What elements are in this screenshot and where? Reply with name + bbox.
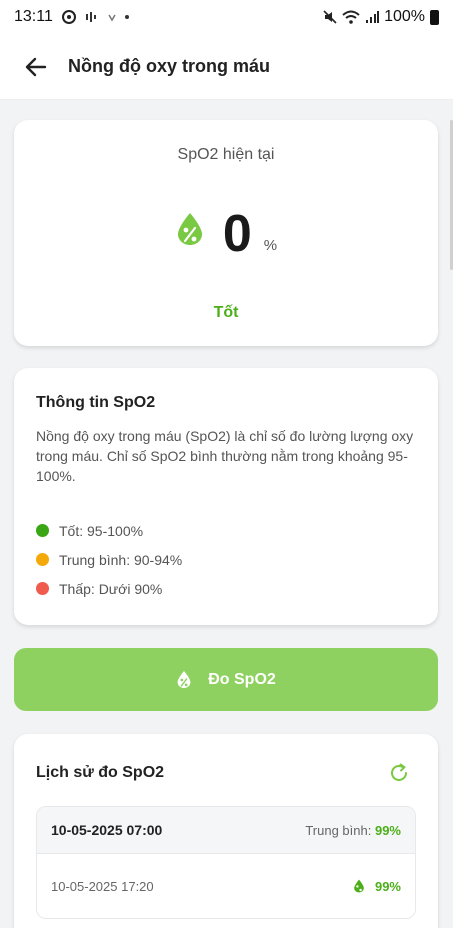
legend-item-low: Thấp: Dưới 90% bbox=[36, 574, 416, 603]
back-button[interactable] bbox=[22, 53, 50, 81]
info-title: Thông tin SpO2 bbox=[36, 394, 156, 411]
more-notifications-dot bbox=[124, 15, 129, 19]
info-description: Nồng độ oxy trong máu (SpO2) là chỉ số đ… bbox=[36, 428, 414, 484]
status-right: 100% bbox=[323, 8, 439, 26]
current-spo2-unit: % bbox=[263, 237, 278, 254]
spo2-info-card: Thông tin SpO2 Nồng độ oxy trong máu (Sp… bbox=[14, 368, 438, 625]
current-value-row: 0 % bbox=[14, 208, 438, 260]
legend-dot-medium bbox=[36, 553, 49, 566]
history-group[interactable]: 10-05-2025 07:00 Trung bình: 99% 10-05-2… bbox=[36, 806, 416, 919]
legend-dot-low bbox=[36, 582, 49, 595]
app-bar: Nồng độ oxy trong máu bbox=[0, 34, 453, 100]
arrow-left-icon bbox=[25, 57, 47, 76]
wifi-icon bbox=[342, 10, 360, 24]
history-group-header: 10-05-2025 07:00 Trung bình: 99% bbox=[37, 807, 415, 854]
history-group-date: 10-05-2025 07:00 bbox=[51, 822, 163, 838]
history-header: Lịch sử đo SpO2 bbox=[36, 762, 416, 784]
status-time: 13:11 bbox=[14, 8, 53, 25]
notification-icons bbox=[61, 9, 129, 25]
average-label: Trung bình: bbox=[305, 822, 375, 838]
current-spo2-label: SpO2 hiện tại bbox=[177, 146, 275, 163]
oxygen-drop-icon bbox=[177, 213, 202, 245]
legend-dot-good bbox=[36, 524, 49, 537]
battery-icon bbox=[430, 9, 439, 25]
small-app-icon bbox=[108, 14, 116, 22]
history-title: Lịch sử đo SpO2 bbox=[36, 764, 165, 781]
refresh-icon[interactable] bbox=[388, 762, 410, 784]
history-row-spo2: 99% bbox=[374, 878, 401, 894]
signal-icon bbox=[366, 11, 380, 23]
legend-label-good: Tốt: 95-100% bbox=[59, 522, 144, 539]
oxygen-drop-icon bbox=[354, 879, 364, 893]
history-group-average: Trung bình: 99% bbox=[305, 823, 401, 838]
legend-label-medium: Trung bình: 90-94% bbox=[59, 551, 183, 568]
legend-label-low: Thấp: Dưới 90% bbox=[59, 580, 163, 597]
current-spo2-value: 0 bbox=[222, 205, 252, 263]
history-card: Lịch sử đo SpO2 10-05-2025 07:00 Trung b… bbox=[14, 734, 438, 928]
page-title: Nồng độ oxy trong máu bbox=[68, 56, 270, 76]
history-row[interactable]: 10-05-2025 17:20 99% bbox=[37, 854, 415, 918]
measure-button-label: Đo SpO2 bbox=[208, 670, 276, 688]
legend-item-good: Tốt: 95-100% bbox=[36, 516, 416, 545]
legend-item-medium: Trung bình: 90-94% bbox=[36, 545, 416, 574]
history-row-time: 10-05-2025 17:20 bbox=[51, 878, 154, 894]
status-bar: 13:11 100% bbox=[0, 0, 453, 34]
current-spo2-card: SpO2 hiện tại 0 % Tốt bbox=[14, 120, 438, 346]
current-status: Tốt bbox=[213, 304, 239, 321]
audio-icon bbox=[85, 12, 96, 22]
history-row-value: 99% bbox=[353, 879, 401, 894]
battery-percent: 100% bbox=[384, 8, 425, 25]
sync-icon bbox=[61, 10, 76, 24]
measure-spo2-button[interactable]: Đo SpO2 bbox=[14, 648, 438, 711]
oxygen-drop-icon bbox=[177, 670, 191, 689]
mute-icon bbox=[323, 10, 337, 24]
average-value: 99% bbox=[374, 822, 401, 838]
